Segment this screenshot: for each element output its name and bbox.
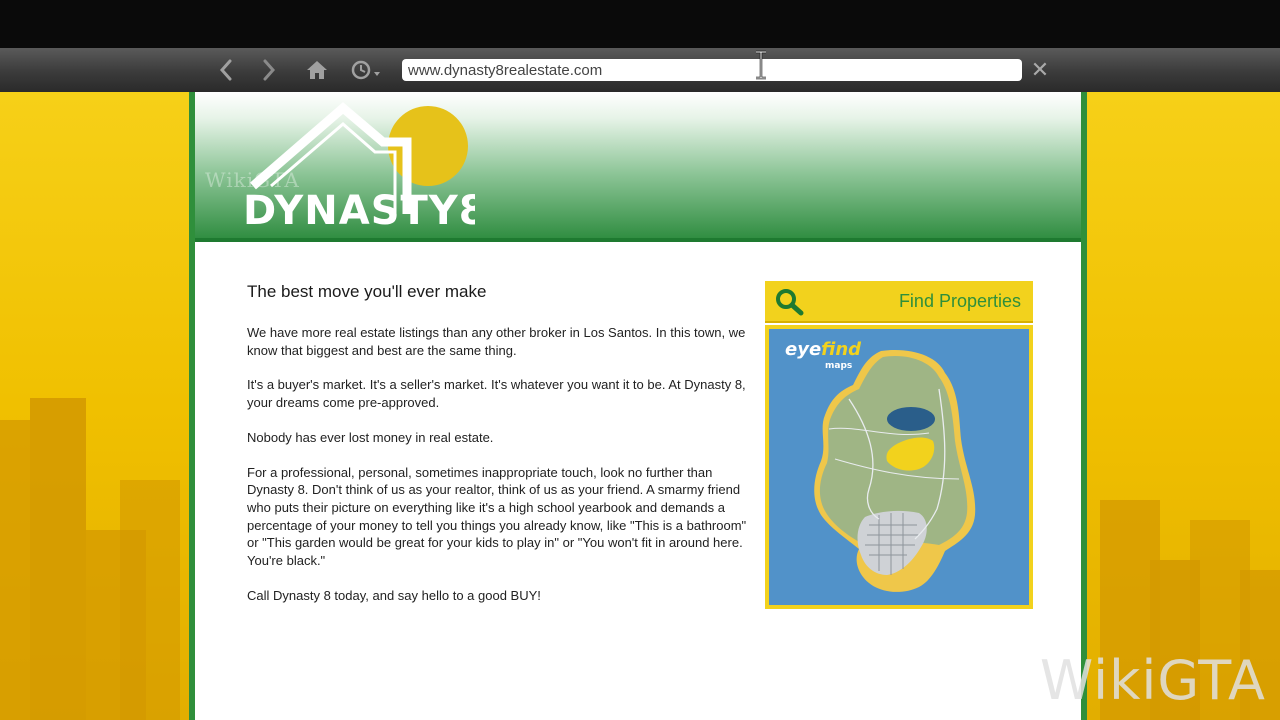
top-letterbox (0, 0, 1280, 48)
home-icon[interactable] (302, 56, 332, 84)
website-page: WikiGTA DYNASTY8 The best move you'll ev… (195, 92, 1081, 720)
eyefind-find-text: find (821, 339, 862, 360)
main-content: The best move you'll ever make We have m… (247, 282, 747, 621)
back-arrow-icon[interactable] (212, 56, 240, 84)
find-properties-button[interactable]: Find Properties (765, 281, 1033, 323)
website-frame: WikiGTA DYNASTY8 The best move you'll ev… (189, 92, 1087, 720)
friend-paragraph: For a professional, personal, sometimes … (247, 464, 747, 569)
market-paragraph: It's a buyer's market. It's a seller's m… (247, 377, 746, 411)
island-map (814, 349, 976, 592)
close-icon[interactable]: ✕ (1030, 58, 1050, 82)
eyefind-maps-subtitle: maps (825, 361, 853, 371)
find-properties-label: Find Properties (898, 291, 1021, 311)
map-view[interactable]: eyefind maps (769, 329, 1029, 605)
text-cursor-icon (754, 50, 768, 80)
dynasty8-logo[interactable]: DYNASTY8 (235, 98, 475, 234)
url-input[interactable] (402, 59, 1022, 81)
call-to-action: Call Dynasty 8 today, and say hello to a… (247, 587, 541, 603)
svg-text:DYNASTY8: DYNASTY8 (243, 188, 475, 234)
eyefind-maps-logo: eyefind (785, 339, 861, 360)
site-header: WikiGTA DYNASTY8 (195, 92, 1081, 240)
forward-arrow-icon[interactable] (255, 56, 283, 84)
history-clock-icon[interactable] (348, 56, 388, 84)
search-icon (776, 289, 804, 316)
money-paragraph: Nobody has ever lost money in real estat… (247, 429, 494, 445)
properties-map[interactable]: eyefind maps (765, 325, 1033, 609)
intro-paragraph: We have more real estate listings than a… (247, 325, 746, 358)
wikigta-watermark: WikiGTA (1039, 649, 1266, 712)
header-divider (195, 238, 1081, 242)
page-headline: The best move you'll ever make (247, 282, 487, 301)
eyefind-eye-text: eye (785, 339, 822, 360)
